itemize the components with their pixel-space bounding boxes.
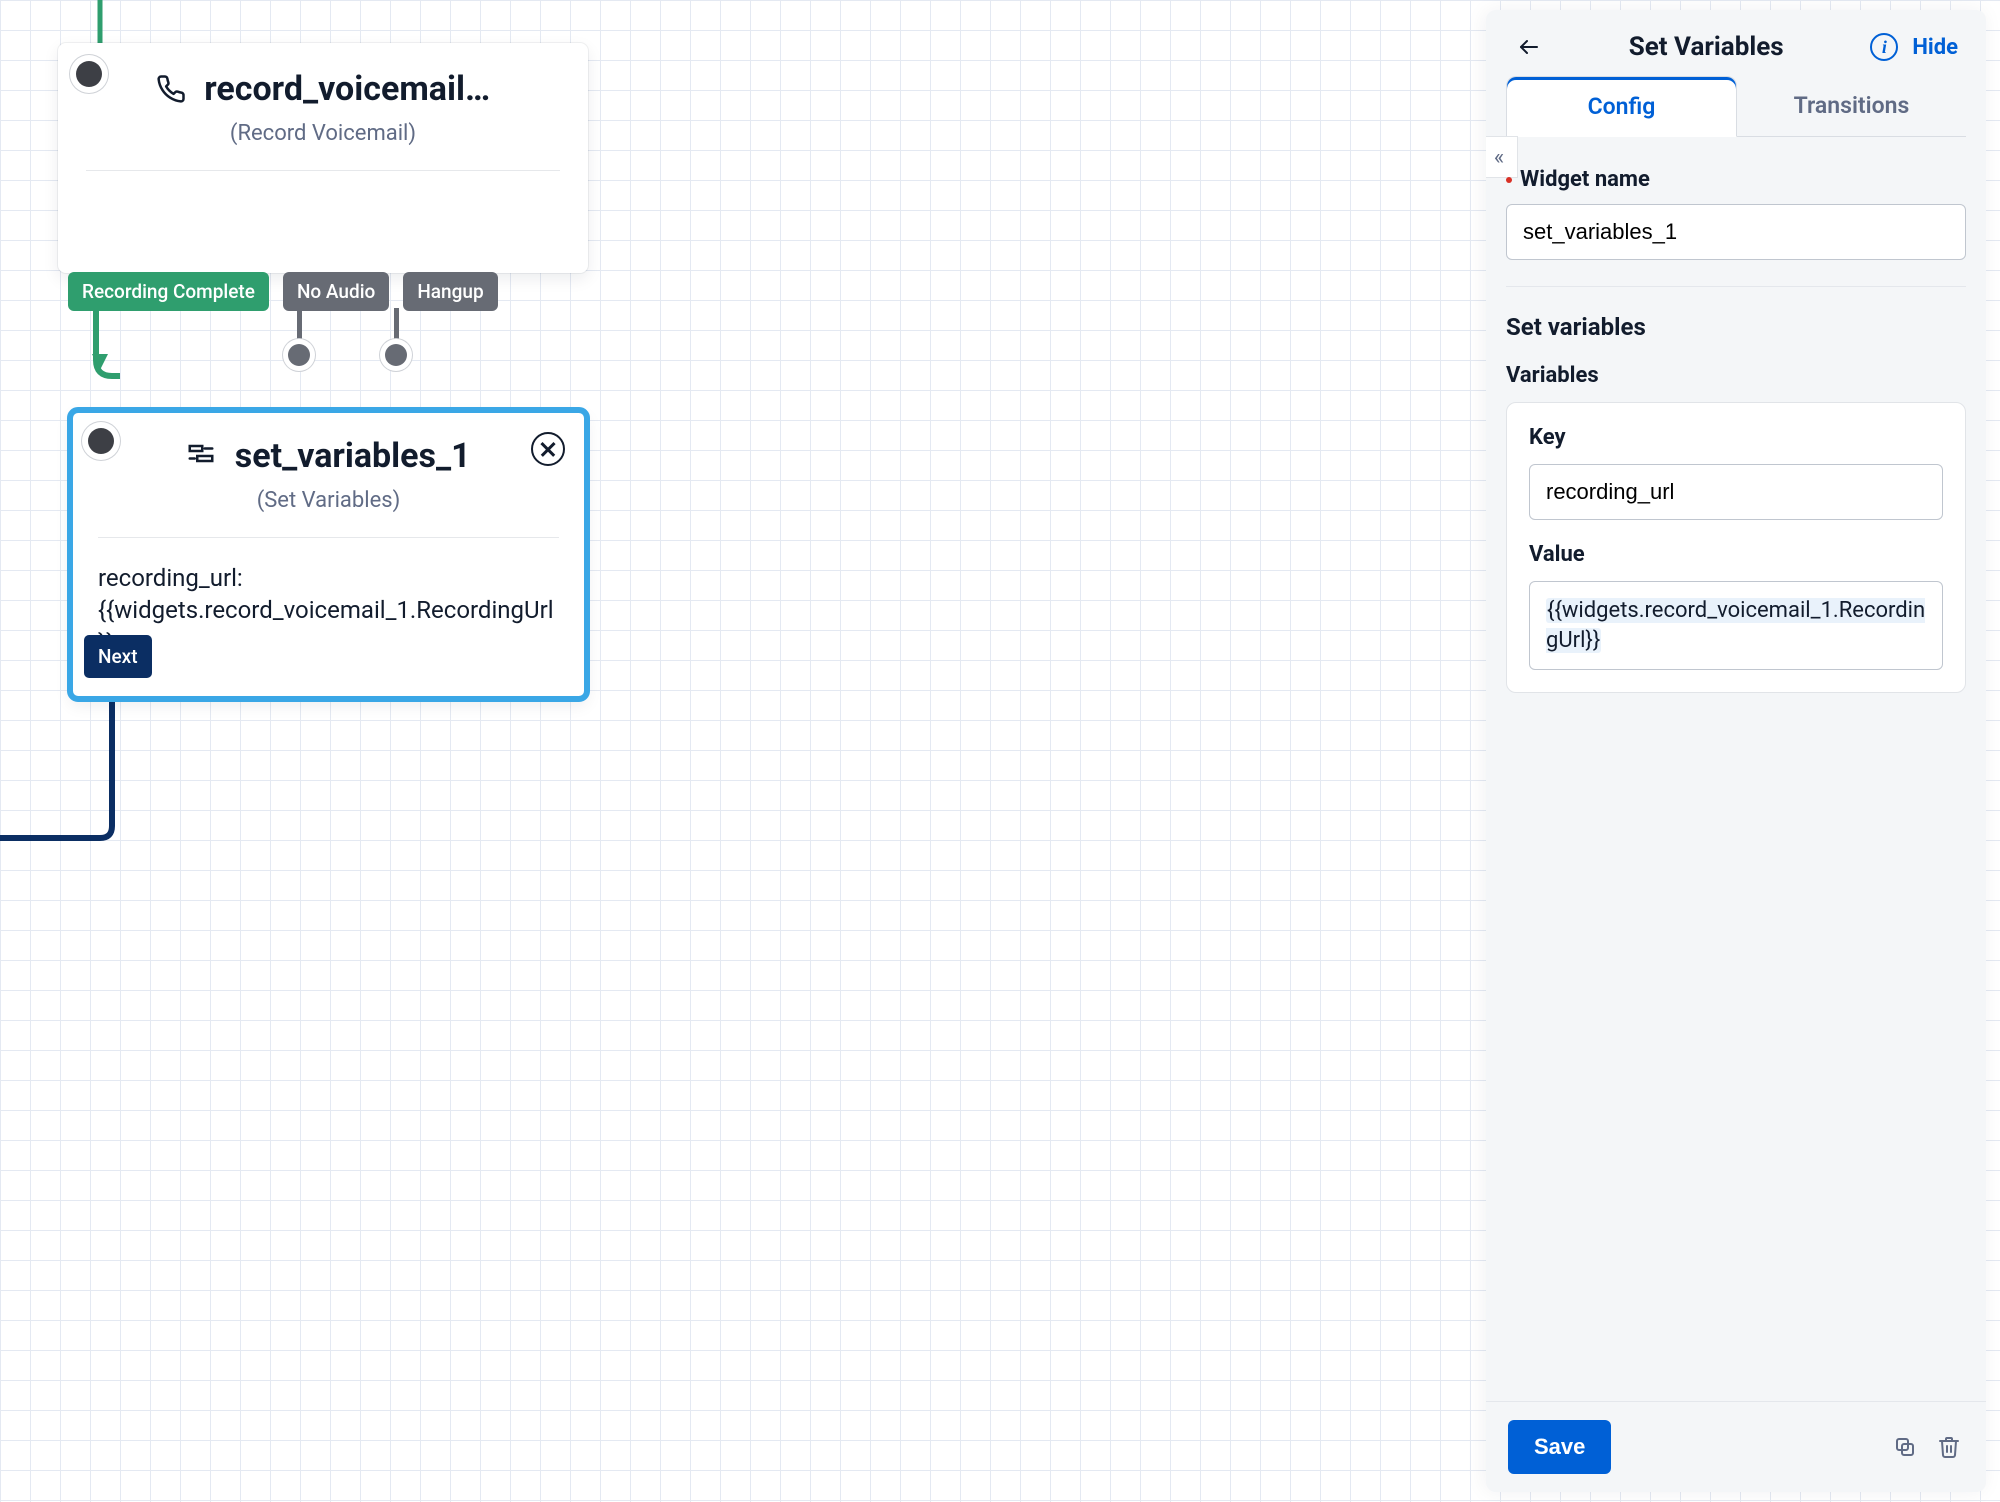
node-input-anchor[interactable] bbox=[88, 428, 114, 454]
tab-transitions[interactable]: Transitions bbox=[1737, 76, 1966, 136]
node-title-text: set_variables_1 bbox=[235, 436, 471, 476]
trash-icon[interactable] bbox=[1934, 1432, 1964, 1462]
back-icon[interactable] bbox=[1516, 34, 1542, 60]
transition-no-audio[interactable]: No Audio bbox=[283, 272, 389, 311]
widget-name-label-text: Widget name bbox=[1520, 167, 1650, 192]
node-title: record_voicemail… bbox=[86, 69, 560, 109]
node-divider bbox=[86, 170, 560, 171]
flow-canvas[interactable]: record_voicemail… (Record Voicemail) Rec… bbox=[0, 0, 2000, 1502]
config-panel: « Set Variables i Hide Config Transition… bbox=[1486, 10, 1986, 1492]
widget-name-label: Widget name bbox=[1506, 167, 1966, 192]
node-divider bbox=[98, 537, 559, 538]
required-indicator-icon bbox=[1506, 177, 1512, 183]
panel-divider bbox=[1506, 286, 1966, 287]
save-button[interactable]: Save bbox=[1508, 1420, 1611, 1474]
variable-value-label: Value bbox=[1529, 542, 1943, 567]
transition-port-no-audio[interactable] bbox=[288, 344, 310, 366]
variable-value-text: {{widgets.record_voicemail_1.RecordingUr… bbox=[1546, 598, 1925, 653]
node-body-text: recording_url: {{widgets.record_voicemai… bbox=[98, 562, 559, 659]
node-subtitle: (Set Variables) bbox=[98, 488, 559, 513]
section-set-variables-title: Set variables bbox=[1506, 313, 1966, 341]
variable-key-input[interactable] bbox=[1529, 464, 1943, 520]
set-variables-icon bbox=[186, 441, 216, 471]
node-transitions-row: Recording Complete No Audio Hangup bbox=[68, 272, 498, 311]
phone-icon bbox=[156, 74, 186, 104]
panel-body[interactable]: Widget name Set variables Variables Key … bbox=[1486, 137, 1986, 1401]
node-title: set_variables_1 bbox=[98, 436, 559, 476]
hide-button[interactable]: Hide bbox=[1912, 35, 1958, 60]
node-record-voicemail[interactable]: record_voicemail… (Record Voicemail) bbox=[58, 43, 588, 273]
variable-key-label: Key bbox=[1529, 425, 1943, 450]
tab-config[interactable]: Config bbox=[1506, 76, 1737, 137]
transition-hangup[interactable]: Hangup bbox=[403, 272, 497, 311]
copy-icon[interactable] bbox=[1890, 1432, 1920, 1462]
transition-port-stem bbox=[394, 308, 399, 344]
variable-value-input[interactable]: {{widgets.record_voicemail_1.RecordingUr… bbox=[1529, 581, 1943, 670]
node-title-text: record_voicemail… bbox=[204, 69, 490, 109]
transition-next[interactable]: Next bbox=[84, 635, 152, 678]
panel-tabs: Config Transitions bbox=[1506, 76, 1966, 137]
info-icon[interactable]: i bbox=[1870, 33, 1898, 61]
transition-port-hangup[interactable] bbox=[385, 344, 407, 366]
panel-title: Set Variables bbox=[1556, 32, 1856, 62]
widget-name-input[interactable] bbox=[1506, 204, 1966, 260]
node-subtitle: (Record Voicemail) bbox=[86, 121, 560, 146]
panel-footer: Save bbox=[1486, 1401, 1986, 1492]
variable-card: Key Value {{widgets.record_voicemail_1.R… bbox=[1506, 402, 1966, 693]
panel-header: Set Variables i Hide bbox=[1486, 10, 1986, 76]
transition-recording-complete[interactable]: Recording Complete bbox=[68, 272, 269, 311]
variables-subtitle: Variables bbox=[1506, 363, 1966, 388]
node-input-anchor[interactable] bbox=[76, 61, 102, 87]
transition-port-stem bbox=[297, 308, 302, 344]
close-icon[interactable] bbox=[531, 432, 565, 466]
